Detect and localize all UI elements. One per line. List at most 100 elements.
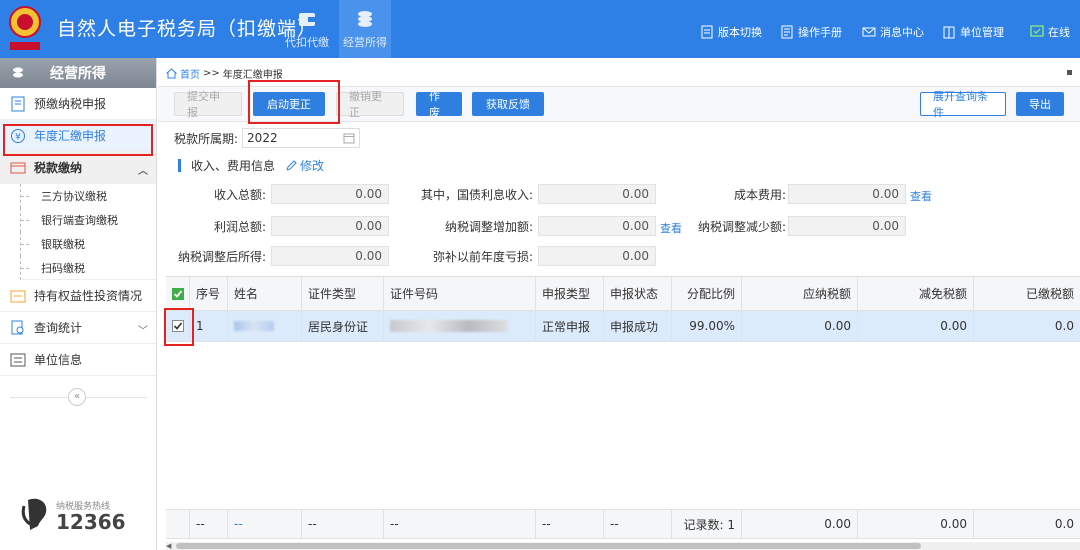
app-header: 自然人电子税务局（扣缴端） 代扣代缴 经营所得 版本切换 操作手册 消息中心 单…: [0, 0, 1080, 58]
bond-interest-field[interactable]: 0.00: [538, 184, 656, 204]
sidebar-item-equity-investment[interactable]: 持有权益性投资情况: [0, 280, 156, 312]
app-title: 自然人电子税务局（扣缴端）: [57, 18, 318, 40]
scrollbar-thumb[interactable]: [176, 543, 921, 549]
sidebar-item-prepay-declaration[interactable]: 预缴纳税申报: [0, 88, 156, 120]
foot-status: --: [604, 510, 672, 538]
foot-report-type: --: [536, 510, 604, 538]
highlight-start-correction: [248, 80, 340, 124]
sidebar-subitem-bank-query[interactable]: 银行端查询缴税: [20, 208, 156, 232]
cell-id-type: 居民身份证: [302, 311, 384, 341]
sidebar-subitem-tripartite[interactable]: 三方协议缴税: [20, 184, 156, 208]
get-feedback-button[interactable]: 获取反馈: [472, 92, 544, 116]
sidebar-title: 经营所得: [50, 66, 106, 82]
col-seq: 序号: [190, 277, 228, 310]
menu-messages-label: 消息中心: [880, 26, 924, 39]
menu-messages[interactable]: 消息中心: [862, 24, 924, 40]
main-content: 首页 >> 年度汇缴申报 提交申报 启动更正 撤销更正 作废 获取反馈 展开查询…: [158, 58, 1080, 550]
redacted-id-number: [390, 320, 508, 332]
sidebar-collapse-button[interactable]: «: [68, 388, 86, 406]
select-all-cell[interactable]: [166, 277, 190, 310]
tab-withholding[interactable]: 代扣代缴: [281, 0, 333, 58]
total-profit-label: 利润总额:: [213, 220, 266, 234]
query-icon: [11, 320, 24, 335]
sidebar-subitem-unionpay[interactable]: 银联缴税: [20, 232, 156, 256]
sidebar-subitem-label: 银行端查询缴税: [41, 214, 118, 227]
phone-person-icon: [21, 498, 47, 530]
foot-seq: --: [190, 510, 228, 538]
section-title: 收入、费用信息 修改: [178, 157, 324, 174]
cell-name: [228, 311, 302, 341]
total-income-field[interactable]: 0.00: [271, 184, 389, 204]
tab-business-income[interactable]: 经营所得: [339, 0, 391, 58]
cell-status: 申报成功: [604, 311, 672, 341]
loss-offset-label: 弥补以前年度亏损:: [432, 250, 533, 264]
scroll-left-icon[interactable]: ◀: [166, 542, 171, 550]
cost-view-link[interactable]: 查看: [910, 188, 932, 204]
cell-tax-reduction: 0.00: [858, 311, 974, 341]
adj-increase-view-link[interactable]: 查看: [660, 220, 682, 236]
sidebar-item-label: 持有权益性投资情况: [34, 289, 143, 303]
sidebar-item-query-stats[interactable]: 查询统计 ﹀: [0, 312, 156, 344]
col-id-type: 证件类型: [302, 277, 384, 310]
bond-interest-label: 其中，国债利息收入:: [420, 188, 533, 202]
total-income-label: 收入总额:: [213, 188, 266, 202]
foot-id-type: --: [302, 510, 384, 538]
edit-link[interactable]: 修改: [285, 157, 324, 174]
sidebar-subitem-scan[interactable]: 扫码缴税: [20, 256, 156, 280]
col-status: 申报状态: [604, 277, 672, 310]
list-icon: [10, 353, 26, 367]
breadcrumb: 首页 >> 年度汇缴申报: [166, 66, 283, 81]
loss-offset-field[interactable]: 0.00: [538, 246, 656, 266]
cell-ratio: 99.00%: [672, 311, 742, 341]
sidebar-subitem-label: 扫码缴税: [41, 261, 85, 275]
folder-icon: [10, 290, 26, 303]
edit-link-label: 修改: [300, 159, 325, 173]
window-control-icon[interactable]: [1067, 70, 1072, 75]
online-icon: [1030, 25, 1044, 37]
horizontal-scrollbar[interactable]: ◀: [166, 542, 1080, 550]
menu-version-switch[interactable]: 版本切换: [700, 24, 762, 40]
export-button[interactable]: 导出: [1016, 92, 1064, 116]
coins-icon: [358, 11, 372, 27]
cell-seq: 1: [190, 311, 228, 341]
tax-period-value: 2022: [247, 131, 278, 145]
cost-field[interactable]: 0.00: [788, 184, 906, 204]
document-icon: [701, 25, 713, 39]
breadcrumb-current: 年度汇缴申报: [222, 70, 283, 81]
declaration-table: 序号 姓名 证件类型 证件号码 申报类型 申报状态 分配比例 应纳税额 减免税额…: [166, 276, 1080, 550]
total-profit-field[interactable]: 0.00: [271, 216, 389, 236]
sidebar-item-label: 预缴纳税申报: [34, 97, 107, 111]
col-tax-reduction: 减免税额: [858, 277, 974, 310]
cancel-correction-button[interactable]: 撤销更正: [336, 90, 404, 119]
foot-id-number: --: [384, 510, 536, 538]
sidebar-header: 经营所得: [0, 58, 156, 88]
calendar-icon[interactable]: [343, 132, 355, 144]
sidebar-item-tax-payment[interactable]: 税款缴纳 ︿: [0, 152, 156, 184]
highlight-annual-declaration: [3, 124, 153, 156]
sidebar-item-unit-info[interactable]: 单位信息: [0, 344, 156, 376]
home-icon: [166, 68, 177, 79]
submit-declaration-button[interactable]: 提交申报: [174, 90, 242, 119]
tax-period-input[interactable]: 2022: [242, 128, 361, 148]
adjusted-income-field[interactable]: 0.00: [271, 246, 389, 266]
breadcrumb-separator: >>: [203, 68, 220, 79]
adj-decrease-field[interactable]: 0.00: [788, 216, 906, 236]
sidebar-item-label: 查询统计: [34, 321, 83, 335]
cell-tax-paid: 0.0: [1054, 319, 1074, 333]
breadcrumb-home[interactable]: 首页: [180, 66, 200, 81]
expand-query-button[interactable]: 展开查询条件: [920, 90, 1006, 119]
void-button[interactable]: 作废: [416, 90, 462, 119]
table-row[interactable]: 1 居民身份证 正常申报 申报成功 99.00% 0.00 0.00 0.0: [166, 311, 1080, 342]
cost-label: 成本费用:: [733, 188, 786, 202]
menu-online[interactable]: 在线: [1030, 24, 1070, 40]
form-icon: [11, 96, 25, 112]
chevron-up-icon: ︿: [138, 166, 148, 177]
sidebar-item-label: 税款缴纳: [34, 161, 83, 175]
menu-unit-management-label: 单位管理: [960, 26, 1004, 39]
select-all-checkbox[interactable]: [171, 287, 184, 300]
menu-unit-management[interactable]: 单位管理: [942, 24, 1004, 40]
adj-increase-field[interactable]: 0.00: [538, 216, 656, 236]
cell-report-type: 正常申报: [536, 311, 604, 341]
cell-tax-payable: 0.00: [742, 311, 858, 341]
menu-manual[interactable]: 操作手册: [780, 24, 842, 40]
